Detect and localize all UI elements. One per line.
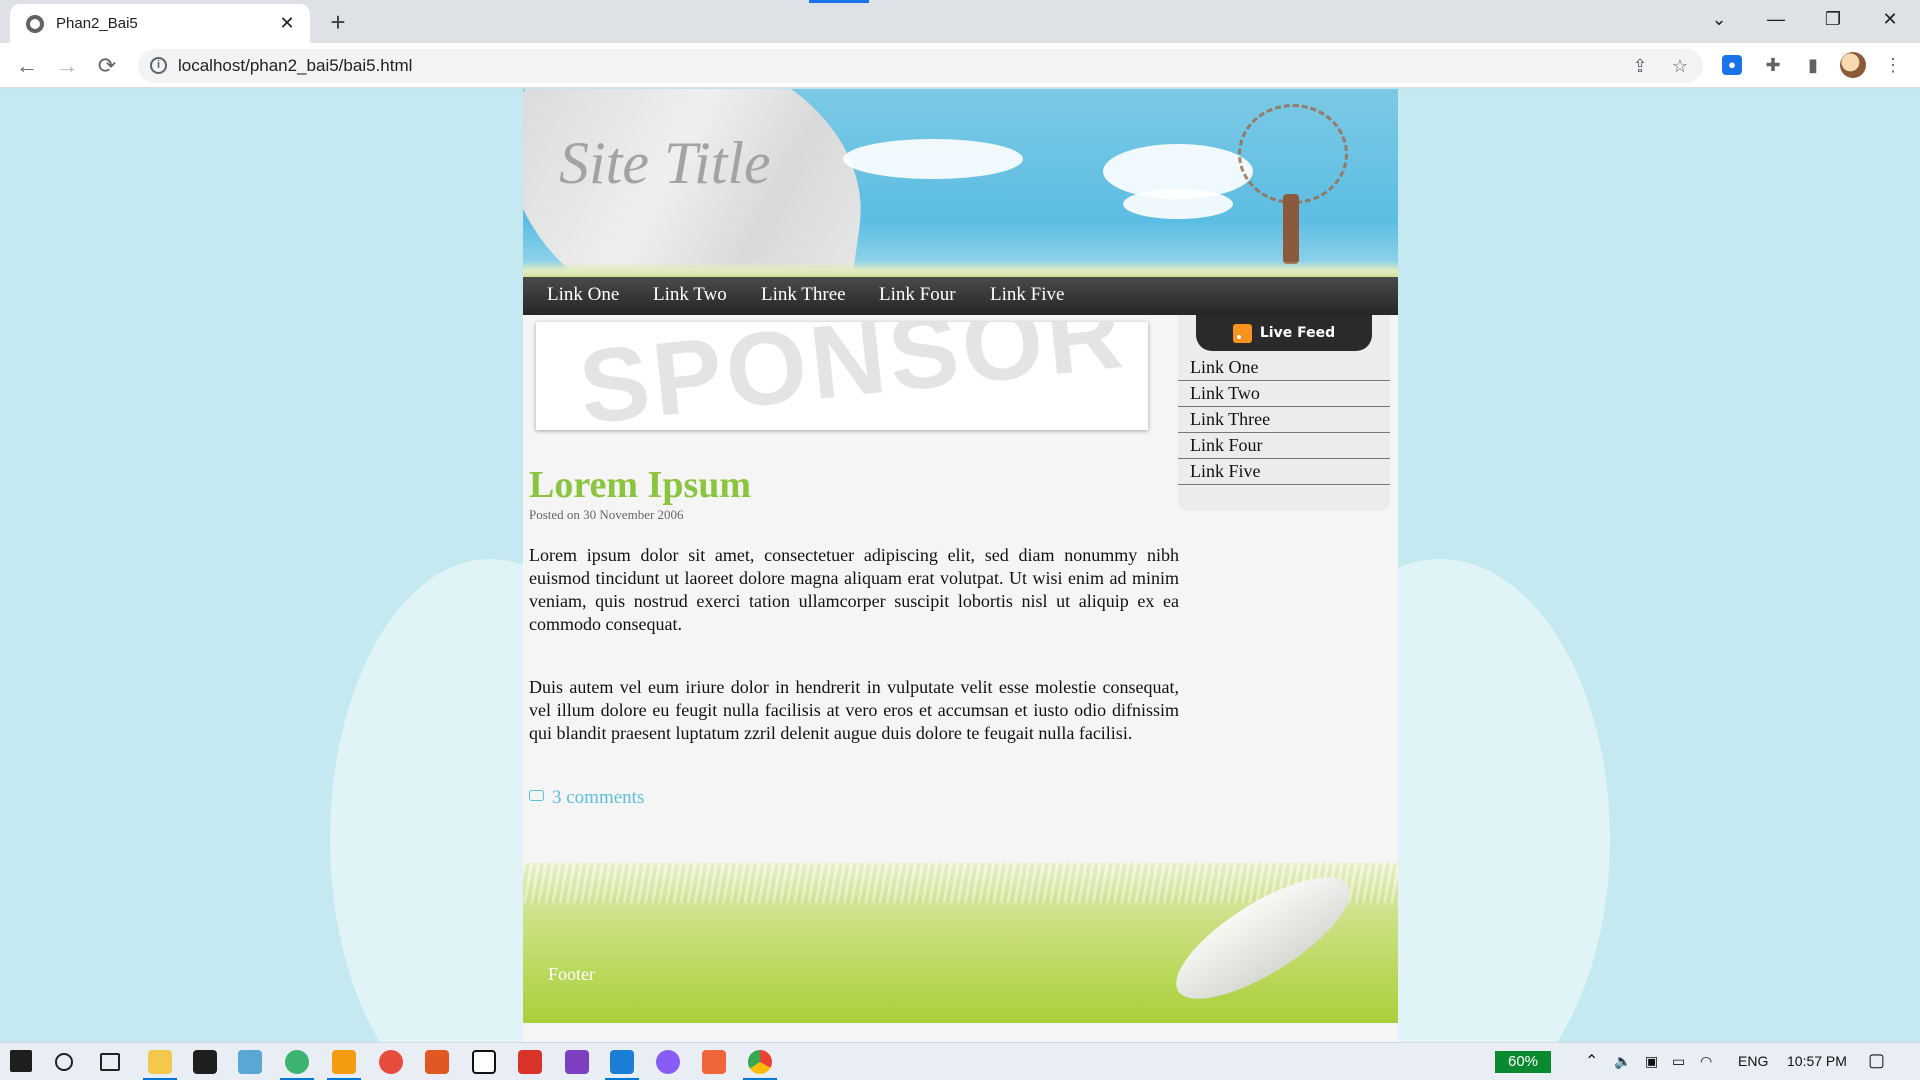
- app-icon[interactable]: [332, 1050, 356, 1074]
- vscode-icon[interactable]: [610, 1050, 634, 1074]
- page-viewport: Site Title Link One Link Two Link Three …: [0, 89, 1920, 1042]
- site-title: Site Title: [559, 130, 771, 196]
- notification-icon[interactable]: ▢: [1868, 1050, 1885, 1071]
- sidebar-link-two[interactable]: Link Two: [1178, 381, 1390, 407]
- reload-icon[interactable]: ⟳: [91, 51, 123, 81]
- close-tab-button[interactable]: ✕: [276, 13, 298, 34]
- bookmark-star-icon[interactable]: ☆: [1668, 54, 1692, 78]
- share-icon[interactable]: ⇪: [1628, 54, 1652, 78]
- menu-dots-icon[interactable]: ⋮: [1880, 52, 1906, 78]
- loading-indicator: [809, 0, 869, 3]
- battery-percent-badge: 60%: [1495, 1051, 1551, 1073]
- sidebar-link-four[interactable]: Link Four: [1178, 433, 1390, 459]
- side-panel-icon[interactable]: ▮: [1800, 52, 1826, 78]
- sidebar-link-three[interactable]: Link Three: [1178, 407, 1390, 433]
- post-paragraph: Lorem ipsum dolor sit amet, consectetuer…: [529, 545, 1179, 634]
- notion-icon[interactable]: [472, 1050, 496, 1074]
- sponsor-banner[interactable]: SPONSOR: [536, 322, 1148, 430]
- globe-icon: [26, 14, 44, 33]
- minimize-button[interactable]: —: [1748, 0, 1804, 38]
- comments-link[interactable]: 3 comments: [552, 787, 644, 809]
- language-indicator[interactable]: ENG: [1738, 1053, 1768, 1069]
- comment-bubble-icon: [529, 789, 544, 801]
- nav-link-three[interactable]: Link Three: [761, 284, 846, 306]
- tree-trunk: [1283, 194, 1299, 264]
- live-feed-label: Live Feed: [1259, 325, 1336, 341]
- post-title: Lorem Ipsum: [529, 464, 752, 506]
- sidebar-link-five[interactable]: Link Five: [1178, 459, 1390, 485]
- chevron-up-icon[interactable]: ⌃: [1585, 1051, 1598, 1071]
- sidebar-link-list: Link One Link Two Link Three Link Four L…: [1178, 355, 1390, 485]
- site-header: Site Title: [523, 89, 1398, 277]
- sidebar: Live Feed Link One Link Two Link Three L…: [1178, 315, 1390, 511]
- new-tab-button[interactable]: +: [324, 8, 352, 36]
- battery-icon[interactable]: ▭: [1672, 1053, 1685, 1070]
- profile-avatar[interactable]: [1840, 52, 1866, 78]
- wifi-icon[interactable]: ◠: [1700, 1053, 1712, 1070]
- cloud-shape: [1123, 189, 1233, 219]
- restore-button[interactable]: ❐: [1805, 0, 1861, 38]
- app-icon[interactable]: [285, 1050, 309, 1074]
- comments-link-row: 3 comments: [529, 787, 644, 809]
- post-date: Posted on 30 November 2006: [529, 507, 684, 522]
- nav-link-five[interactable]: Link Five: [990, 284, 1064, 306]
- url-text[interactable]: localhost/phan2_bai5/bai5.html: [178, 56, 412, 76]
- app-icon[interactable]: [425, 1050, 449, 1074]
- task-view-icon[interactable]: [100, 1053, 120, 1071]
- site-footer: Footer: [523, 863, 1398, 1023]
- back-arrow-icon[interactable]: ←: [11, 51, 43, 81]
- windows-taskbar: 60% ⌃ 🔈 ▣ ▭ ◠ ENG 10:57 PM ▢: [0, 1042, 1920, 1080]
- extension-drop-icon[interactable]: ●: [1722, 55, 1742, 75]
- forward-arrow-icon[interactable]: →: [51, 51, 83, 81]
- file-explorer-icon[interactable]: [148, 1050, 172, 1074]
- chrome-icon[interactable]: [748, 1050, 772, 1074]
- main-nav: Link One Link Two Link Three Link Four L…: [523, 277, 1398, 315]
- cloud-shape: [843, 139, 1023, 179]
- xampp-icon[interactable]: [702, 1050, 726, 1074]
- rss-icon: [1232, 323, 1252, 343]
- tab-title: Phan2_Bai5: [56, 15, 138, 32]
- browser-tab[interactable]: Phan2_Bai5 ✕: [10, 4, 310, 43]
- footer-text: Footer: [548, 964, 595, 984]
- page-container: Site Title Link One Link Two Link Three …: [523, 89, 1398, 1042]
- browser-toolbar: ← → ⟳ i localhost/phan2_bai5/bai5.html ⇪…: [0, 43, 1920, 88]
- messenger-icon[interactable]: [656, 1050, 680, 1074]
- app-icon[interactable]: [238, 1050, 262, 1074]
- tree-illustration: [1238, 104, 1348, 204]
- app-icon[interactable]: [379, 1050, 403, 1074]
- nav-link-four[interactable]: Link Four: [879, 284, 956, 306]
- address-bar[interactable]: i localhost/phan2_bai5/bai5.html ⇪ ☆: [138, 49, 1703, 83]
- info-icon[interactable]: i: [150, 57, 167, 74]
- sponsor-text: SPONSOR: [574, 322, 1132, 430]
- tab-search-button[interactable]: ⌄: [1691, 0, 1747, 38]
- close-window-button[interactable]: ✕: [1862, 0, 1918, 38]
- clock[interactable]: 10:57 PM: [1787, 1053, 1847, 1069]
- live-feed-tab[interactable]: Live Feed: [1196, 315, 1372, 351]
- sticky-notes-icon[interactable]: [193, 1050, 217, 1074]
- sidebar-link-one[interactable]: Link One: [1178, 355, 1390, 381]
- nav-link-two[interactable]: Link Two: [653, 284, 727, 306]
- nav-link-one[interactable]: Link One: [547, 284, 619, 306]
- search-icon[interactable]: [55, 1053, 73, 1071]
- puzzle-extensions-icon[interactable]: ✚: [1760, 52, 1786, 78]
- office-icon[interactable]: [518, 1050, 542, 1074]
- meet-icon[interactable]: ▣: [1645, 1053, 1658, 1070]
- post-paragraph: Duis autem vel eum iriure dolor in hendr…: [529, 677, 1179, 743]
- volume-icon[interactable]: 🔈: [1614, 1053, 1631, 1070]
- visual-studio-icon[interactable]: [565, 1050, 589, 1074]
- browser-tab-bar: Phan2_Bai5 ✕ + ⌄ — ❐ ✕: [0, 0, 1920, 43]
- windows-start-icon[interactable]: [10, 1050, 32, 1072]
- header-grass: [523, 261, 1398, 277]
